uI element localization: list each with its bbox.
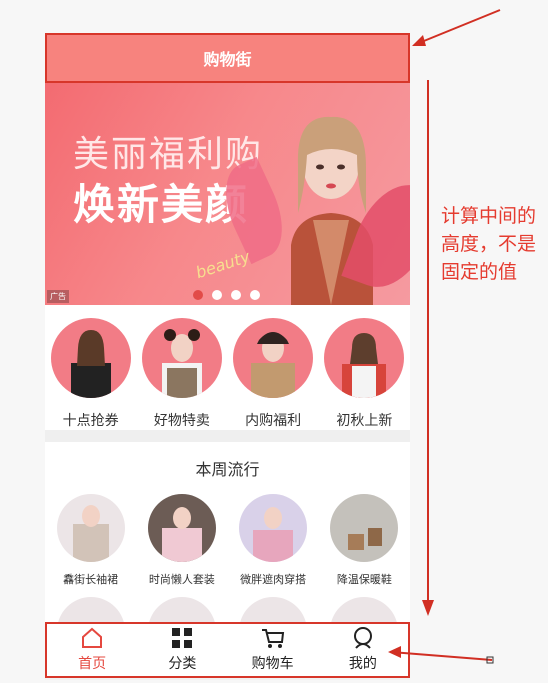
tab-label: 首页	[78, 656, 107, 672]
banner-script-text: beauty	[193, 246, 253, 283]
tab-label: 分类	[168, 656, 197, 672]
nav-header: 购物街	[45, 33, 410, 83]
carousel-dot[interactable]	[193, 290, 203, 300]
trending-item[interactable]: 时尚懒人套装	[136, 494, 227, 587]
trending-label: 微胖遮肉穿搭	[240, 573, 307, 586]
tab-profile[interactable]: 我的	[318, 624, 408, 676]
carousel-dot[interactable]	[250, 290, 260, 300]
tab-cart[interactable]: 购物车	[228, 624, 318, 676]
tab-home[interactable]: 首页	[47, 624, 137, 676]
category-label: 好物特卖	[153, 413, 210, 429]
banner-headline-main: 焕新美颜	[73, 180, 250, 229]
trending-image	[239, 494, 308, 562]
ad-badge: 广告	[47, 290, 69, 303]
tab-label: 购物车	[251, 656, 294, 672]
bottom-tab-bar: 首页 分类 购物车 我的	[45, 622, 410, 678]
category-image	[141, 318, 222, 398]
banner-carousel[interactable]: 美丽福利购 焕新美颜 beauty 广告	[45, 83, 410, 305]
trending-image	[147, 494, 216, 562]
category-image	[50, 318, 131, 398]
category-label: 初秋上新	[336, 413, 393, 429]
page-title: 购物街	[203, 50, 252, 69]
category-label: 内购福利	[245, 413, 302, 429]
trending-item[interactable]: 馫街长袖裙	[45, 494, 136, 587]
trending-label: 降温保暖鞋	[336, 573, 392, 586]
grid-icon	[172, 628, 193, 648]
carousel-dot[interactable]	[212, 290, 222, 300]
trending-image	[330, 494, 399, 562]
tab-category[interactable]: 分类	[137, 624, 227, 676]
trending-item[interactable]: 微胖遮肉穿搭	[228, 494, 319, 587]
category-label: 十点抢券	[62, 413, 119, 429]
trending-label: 时尚懒人套装	[148, 573, 215, 586]
tab-label: 我的	[348, 656, 377, 672]
trending-image	[56, 494, 125, 562]
user-icon	[353, 627, 372, 649]
carousel-dot[interactable]	[231, 290, 241, 300]
category-image	[324, 318, 405, 398]
category-image	[233, 318, 314, 398]
home-icon	[82, 627, 103, 648]
weekly-trending: 本周流行 馫街长袖裙 时尚懒人套装 微胖遮肉穿搭 降温保暖鞋	[45, 430, 410, 665]
annotation-note: 计算中间的高度，不是固定的值	[441, 205, 537, 283]
trending-label: 馫街长袖裙	[63, 573, 119, 586]
category-row: 十点抢券 好物特卖 内购福利 初秋上新	[45, 305, 410, 450]
carousel-indicator	[193, 290, 260, 300]
cart-icon	[261, 629, 284, 648]
trending-item[interactable]: 降温保暖鞋	[319, 494, 410, 587]
phone-screen: 购物街 美丽福利购 焕新美颜 beauty 广告 十点抢券 好物特卖 内购福利 …	[45, 33, 410, 680]
section-title: 本周流行	[195, 460, 260, 479]
